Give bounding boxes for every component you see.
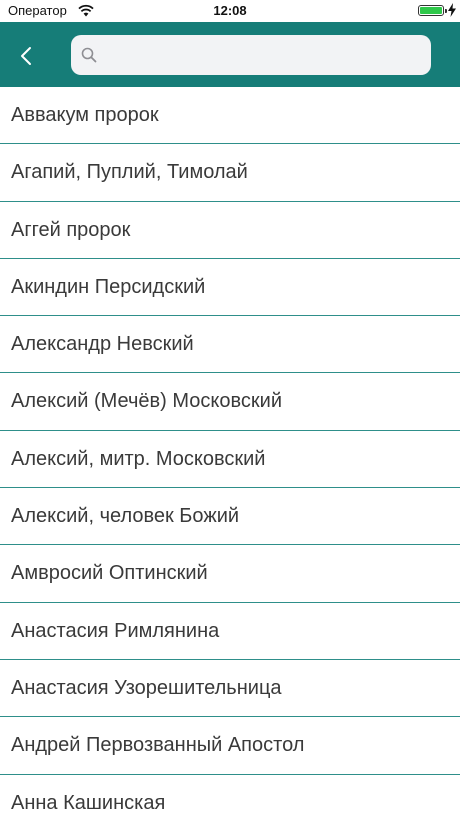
list-item-label: Амвросий Оптинский (11, 562, 208, 585)
status-bar: Оператор 12:08 (0, 0, 460, 22)
search-input[interactable] (105, 35, 425, 77)
list-item-label: Алексий, человек Божий (11, 505, 240, 528)
list-item[interactable]: Александр Невский (0, 316, 460, 374)
battery-icon (418, 5, 447, 16)
list-item[interactable]: Аггей пророк (0, 202, 460, 259)
list-item-label: Анастасия Римлянина (11, 619, 220, 642)
list-item[interactable]: Анастасия Римлянина (0, 603, 460, 660)
list-item[interactable]: Анна Кашинская (0, 775, 460, 832)
list-item[interactable]: Аввакум пророк (0, 87, 460, 145)
charging-bolt-icon (448, 3, 456, 17)
list-item-label: Агапий, Пуплий, Тимолай (11, 161, 248, 184)
list-item-label: Анна Кашинская (11, 791, 166, 814)
list-item[interactable]: Амвросий Оптинский (0, 545, 460, 603)
list-item[interactable]: Анастасия Узорешительница (0, 660, 460, 718)
list-item-label: Акиндин Персидский (11, 275, 206, 298)
battery-cap (445, 9, 447, 13)
list-item[interactable]: Алексий (Мечёв) Московский (0, 373, 460, 431)
search-icon (81, 47, 97, 63)
navigation-bar (0, 22, 460, 87)
list-item[interactable]: Андрей Первозванный Апостол (0, 717, 460, 775)
list-item-label: Аввакум пророк (11, 104, 159, 126)
list-item-label: Александр Невский (11, 333, 194, 356)
list-item[interactable]: Алексий, митр. Московский (0, 431, 460, 489)
list-item-label: Аггей пророк (11, 218, 131, 241)
list-item-label: Алексий, митр. Московский (11, 447, 266, 470)
search-box[interactable] (71, 35, 431, 77)
back-button[interactable] (8, 36, 46, 74)
battery-level-fill (420, 7, 442, 14)
list-item[interactable]: Агапий, Пуплий, Тимолай (0, 144, 460, 202)
list-item-label: Алексий (Мечёв) Московский (11, 390, 282, 413)
list-item[interactable]: Алексий, человек Божий (0, 488, 460, 546)
clock: 12:08 (213, 3, 247, 18)
saints-list: Аввакум пророк Агапий, Пуплий, Тимолай Агг… (0, 87, 460, 832)
list-item[interactable]: Акиндин Персидский (0, 259, 460, 317)
list-item-label: Анастасия Узорешительница (11, 676, 282, 699)
chevron-left-icon (21, 47, 31, 65)
list-item-label: Андрей Первозванный Апостол (11, 734, 305, 757)
